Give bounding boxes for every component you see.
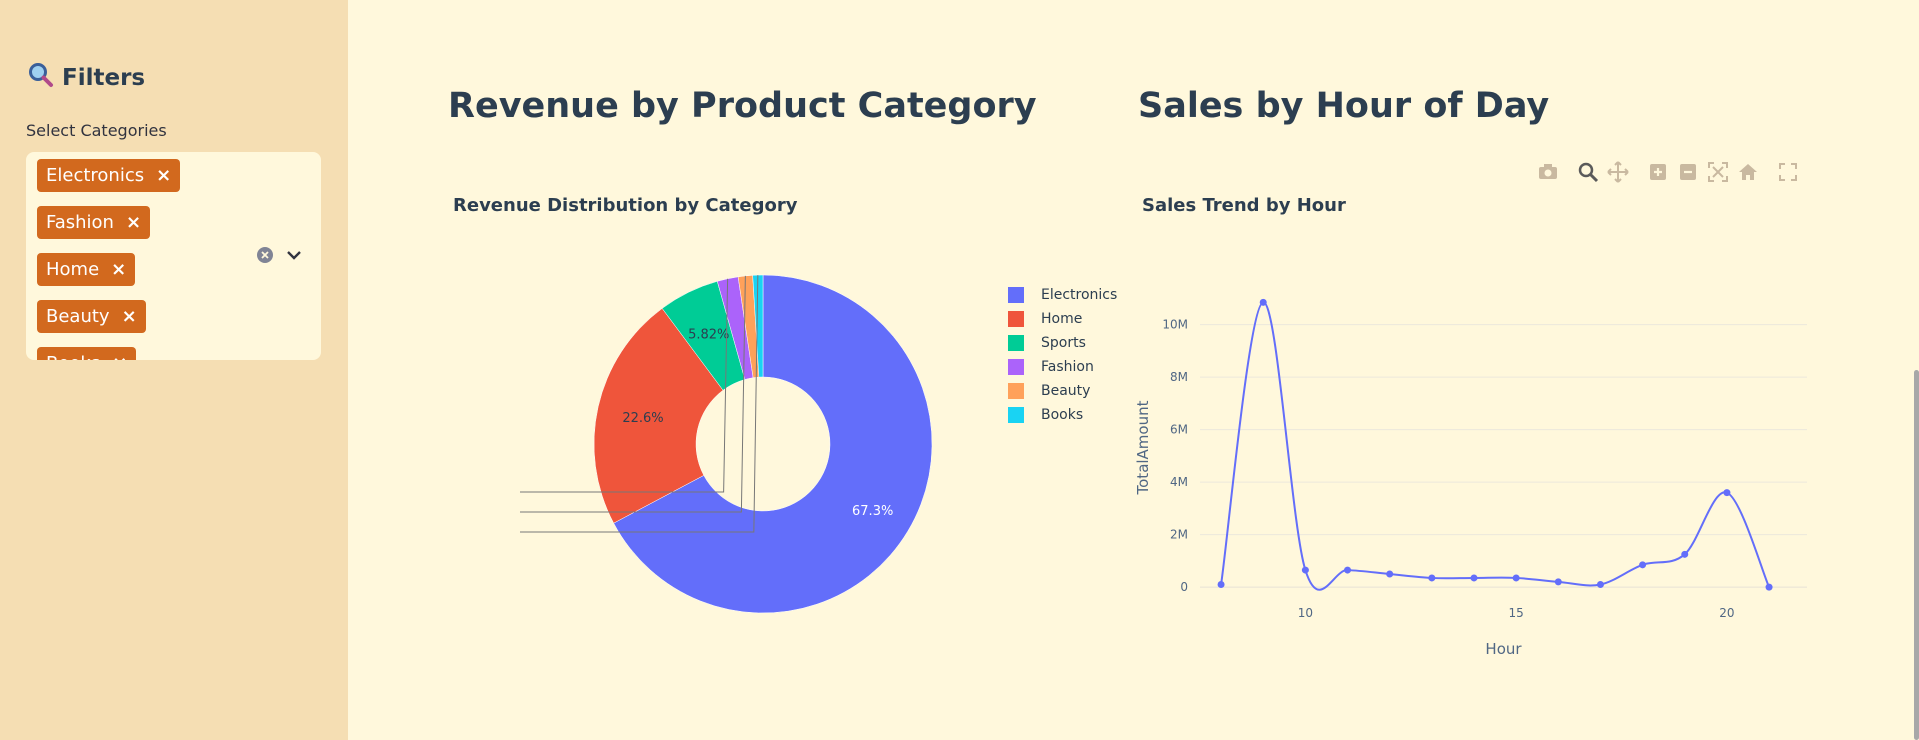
sales-data-point[interactable]: [1512, 574, 1520, 582]
plot-modebar: [1536, 160, 1800, 186]
sales-data-point[interactable]: [1765, 583, 1773, 591]
sales-data-point[interactable]: [1470, 574, 1478, 582]
zoom-icon[interactable]: [1576, 160, 1600, 184]
legend-label: Electronics: [1041, 287, 1118, 303]
selected-tags: Electronics × Fashion × Home × Beauty × Books ×: [37, 159, 257, 360]
legend-swatch: [1008, 407, 1024, 423]
page-scrollbar[interactable]: [1914, 370, 1919, 740]
sales-data-point[interactable]: [1217, 581, 1225, 588]
sales-data-point[interactable]: [1344, 566, 1352, 574]
category-tag: Home ×: [37, 253, 136, 286]
x-tick-label: 15: [1509, 606, 1524, 620]
fullscreen-icon[interactable]: [1776, 160, 1800, 184]
revenue-section-title: Revenue by Product Category: [448, 86, 1037, 126]
sales-data-point[interactable]: [1596, 581, 1604, 588]
legend-item-home[interactable]: Home: [1008, 307, 1117, 331]
filters-title: Filters: [62, 65, 146, 91]
sales-data-point[interactable]: [1554, 578, 1562, 586]
legend-swatch: [1008, 383, 1024, 399]
x-tick-label: 10: [1298, 606, 1313, 620]
sales-data-point[interactable]: [1723, 489, 1731, 497]
pie-legend: Electronics Home Sports Fashion Beauty Books: [1008, 283, 1117, 427]
remove-tag-icon[interactable]: ×: [122, 306, 137, 327]
sales-line-chart: 0 2M 4M 6M 8M 10M 10 15 20 Hour TotalAmount: [1134, 298, 1807, 658]
remove-tag-icon[interactable]: ×: [156, 165, 171, 186]
y-axis-label: TotalAmount: [1134, 400, 1152, 495]
legend-item-beauty[interactable]: Beauty: [1008, 379, 1117, 403]
pan-icon[interactable]: [1606, 160, 1630, 184]
filters-heading: Filters: [28, 62, 145, 94]
category-multiselect[interactable]: Electronics × Fashion × Home × Beauty × Books ×: [26, 152, 321, 360]
sales-data-point[interactable]: [1386, 570, 1394, 578]
select-categories-label: Select Categories: [26, 121, 167, 140]
sales-data-point[interactable]: [1681, 550, 1689, 558]
sales-series-line: [1220, 301, 1770, 591]
legend-swatch: [1008, 287, 1024, 303]
zoom-out-icon[interactable]: [1676, 160, 1700, 184]
legend-swatch: [1008, 311, 1024, 327]
category-tag-label: Books: [46, 353, 100, 360]
legend-label: Sports: [1041, 335, 1086, 351]
legend-swatch: [1008, 335, 1024, 351]
legend-label: Books: [1041, 407, 1084, 423]
legend-label: Beauty: [1041, 383, 1091, 399]
legend-label: Home: [1041, 311, 1083, 327]
category-tag: Fashion ×: [37, 206, 151, 239]
sales-data-point[interactable]: [1428, 574, 1436, 582]
sidebar: Filters Select Categories Electronics × Fa…: [0, 0, 348, 740]
sales-data-point[interactable]: [1301, 566, 1309, 574]
category-tag: Electronics ×: [37, 159, 181, 192]
legend-label: Fashion: [1041, 359, 1094, 375]
y-tick-label: 6M: [1170, 423, 1188, 437]
pie-chart-title: Revenue Distribution by Category: [453, 195, 798, 216]
category-tag-label: Electronics: [46, 165, 145, 186]
pie-slice-label: 22.6%: [622, 411, 663, 426]
legend-swatch: [1008, 359, 1024, 375]
x-axis-label: Hour: [1485, 640, 1522, 658]
category-tag-label: Fashion: [46, 212, 114, 233]
category-tag-label: Beauty: [46, 306, 110, 327]
sales-data-point[interactable]: [1259, 298, 1267, 306]
remove-tag-icon[interactable]: ×: [112, 353, 127, 360]
y-tick-label: 4M: [1170, 475, 1188, 489]
sales-data-point[interactable]: [1639, 561, 1647, 569]
y-tick-label: 0: [1180, 580, 1188, 594]
camera-icon[interactable]: [1536, 160, 1560, 184]
line-chart-title: Sales Trend by Hour: [1142, 195, 1346, 216]
legend-item-sports[interactable]: Sports: [1008, 331, 1117, 355]
category-tag: Books ×: [37, 347, 137, 360]
y-tick-label: 10M: [1162, 318, 1188, 332]
x-tick-label: 20: [1719, 606, 1734, 620]
home-icon[interactable]: [1736, 160, 1760, 184]
y-tick-label: 2M: [1170, 528, 1188, 542]
magnifying-glass-icon: [28, 62, 54, 94]
legend-item-books[interactable]: Books: [1008, 403, 1117, 427]
remove-tag-icon[interactable]: ×: [126, 212, 141, 233]
clear-icon[interactable]: [256, 246, 274, 268]
pie-slice-label: 5.82%: [688, 328, 729, 343]
legend-item-electronics[interactable]: Electronics: [1008, 283, 1117, 307]
pie-slice-label: 67.3%: [852, 504, 893, 519]
sales-section-title: Sales by Hour of Day: [1138, 86, 1550, 126]
category-tag: Beauty ×: [37, 300, 146, 333]
remove-tag-icon[interactable]: ×: [111, 259, 126, 280]
y-tick-label: 8M: [1170, 370, 1188, 384]
category-tag-label: Home: [46, 259, 100, 280]
legend-item-fashion[interactable]: Fashion: [1008, 355, 1117, 379]
autoscale-icon[interactable]: [1706, 160, 1730, 184]
zoom-in-icon[interactable]: [1646, 160, 1670, 184]
chevron-down-icon[interactable]: [285, 246, 303, 268]
